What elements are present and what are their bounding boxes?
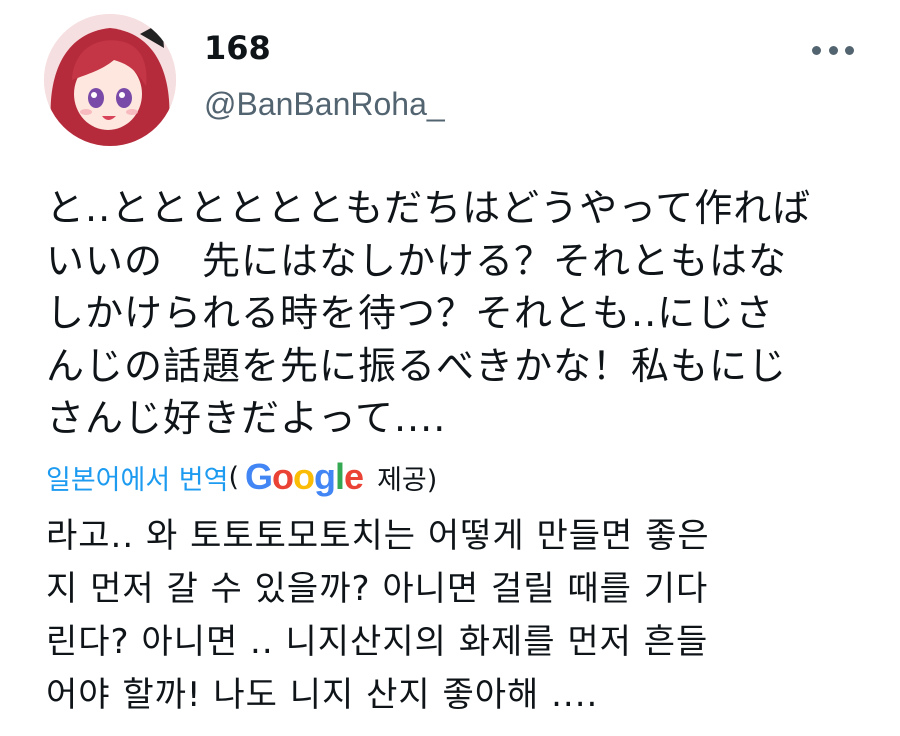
dot	[845, 45, 854, 55]
avatar-illustration	[44, 14, 176, 146]
google-logo: Google	[245, 456, 364, 497]
translation-attribution: 일본어에서 번역 ( Google 제공)	[46, 452, 437, 502]
display-name[interactable]: 168	[204, 28, 271, 68]
dot	[812, 45, 821, 55]
user-handle[interactable]: @BanBanRoha_	[204, 84, 445, 124]
dot	[828, 45, 838, 55]
translated-text: 라고.. 와 토토토모토치는 어떻게 만들면 좋은 지 먼저 갈 수 있을까? …	[46, 516, 710, 715]
provided-label: 제공)	[377, 464, 438, 496]
translated-from-japanese-link[interactable]: 일본어에서 번역	[46, 458, 228, 497]
tweet-text: と..とととととともだちはどうやって作れば いいの 先にはなしかける？それともは…	[46, 186, 812, 440]
more-options-icon[interactable]	[812, 40, 854, 60]
avatar[interactable]	[44, 14, 176, 146]
open-paren: (	[228, 461, 240, 493]
